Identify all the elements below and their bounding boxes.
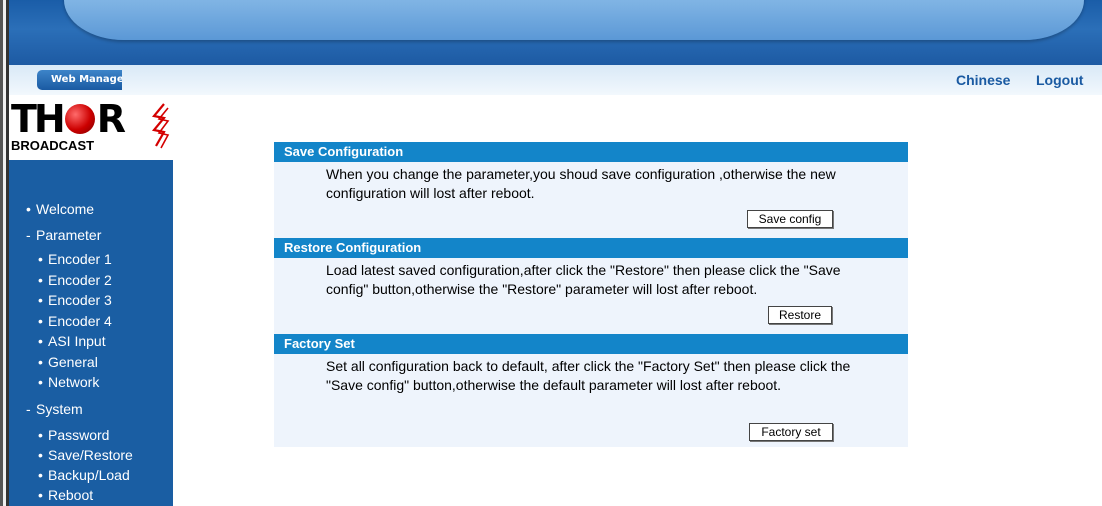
- web-manage-tab[interactable]: Web Manage: [37, 70, 122, 90]
- bullet-icon: •: [38, 467, 43, 483]
- sidebar-item-welcome[interactable]: • Welcome: [26, 200, 94, 218]
- factory-set-header: Factory Set: [274, 334, 908, 354]
- restore-button[interactable]: Restore: [768, 306, 832, 324]
- factory-set-button[interactable]: Factory set: [749, 423, 833, 441]
- sidebar-item-label: Save/Restore: [48, 447, 133, 463]
- bullet-icon: •: [38, 292, 43, 308]
- bullet-icon: •: [38, 427, 43, 443]
- restore-config-header: Restore Configuration: [274, 238, 908, 258]
- sidebar-item-label: Password: [48, 427, 110, 443]
- sidebar-item-label: Parameter: [36, 227, 102, 243]
- sidebar-item-encoder-2[interactable]: • Encoder 2: [38, 271, 112, 289]
- sidebar-item-reboot[interactable]: • Reboot: [38, 486, 93, 504]
- bullet-icon: •: [38, 487, 43, 503]
- config-panel: Save Configuration When you change the p…: [274, 142, 908, 447]
- sidebar-item-label: Backup/Load: [48, 467, 130, 483]
- sidebar-item-label: Network: [48, 374, 100, 390]
- sidebar-item-network[interactable]: • Network: [38, 373, 99, 391]
- sidebar-item-label: ASI Input: [48, 333, 106, 349]
- sidebar-item-label: Reboot: [48, 487, 94, 503]
- logout-link[interactable]: Logout: [1036, 72, 1083, 88]
- sidebar-item-label: Encoder 3: [48, 292, 112, 308]
- logo-subtitle: BROADCAST: [11, 138, 95, 153]
- sidebar-item-encoder-3[interactable]: • Encoder 3: [38, 291, 112, 309]
- bullet-icon: •: [38, 313, 43, 329]
- sidebar-item-encoder-1[interactable]: • Encoder 1: [38, 250, 112, 268]
- sidebar-item-encoder-4[interactable]: • Encoder 4: [38, 312, 112, 330]
- factory-set-body: Set all configuration back to default, a…: [274, 354, 908, 447]
- sidebar-item-parameter[interactable]: - Parameter: [26, 226, 101, 244]
- collapse-icon: -: [26, 227, 31, 243]
- sidebar-item-general[interactable]: • General: [38, 353, 98, 371]
- thor-broadcast-logo: TH R BROADCAST: [9, 96, 173, 160]
- nav-strip: [9, 65, 1102, 95]
- bullet-icon: •: [38, 251, 43, 267]
- globe-icon: [64, 104, 95, 134]
- logo-text-left: TH: [11, 97, 66, 141]
- chinese-link[interactable]: Chinese: [956, 72, 1010, 88]
- banner-curve: [64, 0, 1084, 40]
- bullet-icon: •: [26, 201, 31, 217]
- sidebar-item-asi-input[interactable]: • ASI Input: [38, 332, 106, 350]
- sidebar-item-label: General: [48, 354, 98, 370]
- bullet-icon: •: [38, 374, 43, 390]
- sidebar-item-system[interactable]: - System: [26, 400, 83, 418]
- lightning-swirl-icon: [151, 103, 170, 149]
- sidebar-item-label: Welcome: [36, 201, 95, 217]
- restore-config-body: Load latest saved configuration,after cl…: [274, 258, 908, 334]
- save-config-button[interactable]: Save config: [747, 210, 833, 228]
- top-banner: [9, 0, 1102, 65]
- sidebar-item-label: Encoder 2: [48, 272, 112, 288]
- sidebar-item-backup-load[interactable]: • Backup/Load: [38, 466, 130, 484]
- save-config-header: Save Configuration: [274, 142, 908, 162]
- logo-text-right: R: [96, 97, 126, 141]
- bullet-icon: •: [38, 354, 43, 370]
- bullet-icon: •: [38, 447, 43, 463]
- sidebar-item-password[interactable]: • Password: [38, 426, 109, 444]
- collapse-icon: -: [26, 401, 31, 417]
- sidebar: • Welcome - Parameter • Encoder 1 • Encoder …: [9, 160, 173, 506]
- save-config-text: When you change the parameter,you shoud …: [326, 166, 836, 201]
- sidebar-item-label: System: [36, 401, 83, 417]
- window-left-border: [0, 0, 9, 506]
- factory-set-text: Set all configuration back to default, a…: [326, 358, 851, 393]
- restore-config-text: Load latest saved configuration,after cl…: [326, 262, 841, 297]
- bullet-icon: •: [38, 272, 43, 288]
- logo-wordmark: TH R: [11, 97, 126, 141]
- sidebar-item-label: Encoder 4: [48, 313, 112, 329]
- save-config-body: When you change the parameter,you shoud …: [274, 162, 908, 238]
- sidebar-item-label: Encoder 1: [48, 251, 112, 267]
- bullet-icon: •: [38, 333, 43, 349]
- sidebar-item-save-restore[interactable]: • Save/Restore: [38, 446, 133, 464]
